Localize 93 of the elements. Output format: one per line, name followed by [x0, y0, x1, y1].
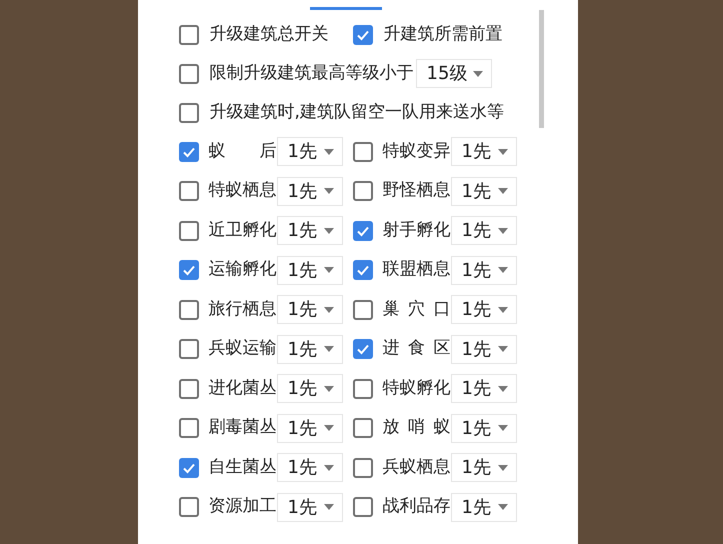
building-label: 旅行栖息	[208, 298, 276, 321]
caret-icon	[498, 346, 508, 352]
dropdown[interactable]: 1先	[450, 295, 516, 324]
building-label: 野怪栖息	[382, 179, 450, 202]
building-label: 放 哨 蚁	[382, 416, 450, 440]
caret-icon	[498, 425, 508, 431]
checkbox[interactable]	[352, 418, 372, 438]
checkbox[interactable]	[352, 458, 372, 478]
caret-icon	[498, 267, 508, 273]
caret-icon	[498, 148, 508, 154]
checkbox[interactable]	[352, 181, 372, 201]
caret-icon	[324, 425, 334, 431]
dropdown[interactable]: 1先	[276, 334, 342, 364]
checkbox[interactable]	[178, 102, 198, 122]
checkbox[interactable]	[178, 260, 198, 280]
dropdown[interactable]: 1先	[276, 453, 342, 482]
dropdown[interactable]: 1先	[450, 256, 516, 284]
dropdown[interactable]: 1先	[276, 492, 342, 522]
checkbox[interactable]	[352, 497, 372, 517]
dropdown[interactable]: 1先	[450, 176, 516, 206]
building-label: 特蚁变异	[382, 140, 450, 163]
checkbox[interactable]	[352, 378, 372, 398]
checkbox[interactable]	[178, 300, 198, 320]
checkbox[interactable]	[178, 458, 198, 478]
building-label: 射手孵化	[382, 218, 450, 242]
checkbox[interactable]	[178, 142, 198, 162]
dropdown[interactable]: 1先	[450, 137, 516, 166]
caret-icon	[324, 188, 334, 194]
building-label: 进 食 区	[382, 337, 450, 360]
option-label: 升建筑所需前置	[384, 22, 502, 46]
dropdown[interactable]: 1先	[450, 334, 516, 364]
dropdown[interactable]: 1先	[276, 374, 342, 403]
dropdown[interactable]: 1先	[276, 414, 342, 442]
caret-icon	[498, 228, 508, 234]
building-label: 特蚁栖息	[208, 179, 276, 202]
option-label: 升级建筑时,建筑队留空一队用来送水等	[210, 100, 504, 124]
checkbox[interactable]	[352, 142, 372, 162]
dropdown[interactable]: 15级	[416, 59, 492, 88]
caret-icon	[324, 504, 334, 510]
building-label: 巢 穴 口	[382, 298, 450, 321]
checkmark-icon	[356, 263, 370, 277]
checkbox[interactable]	[178, 220, 198, 240]
checkbox[interactable]	[178, 181, 198, 201]
dropdown[interactable]: 1先	[276, 216, 342, 245]
caret-icon	[324, 148, 334, 154]
dropdown[interactable]: 1先	[450, 492, 516, 522]
caret-icon	[498, 306, 508, 312]
checkmark-icon	[356, 342, 370, 356]
caret-icon	[324, 228, 334, 234]
building-label: 剧毒菌丛	[208, 416, 276, 440]
caret-icon	[498, 386, 508, 392]
checkbox[interactable]	[352, 220, 372, 240]
building-label: 蚁 后	[208, 140, 276, 163]
dropdown[interactable]: 1先	[276, 256, 342, 284]
building-label: 特蚁孵化	[382, 376, 450, 400]
checkbox[interactable]	[352, 339, 372, 359]
caret-icon	[472, 70, 482, 76]
building-label: 战利品存	[382, 495, 450, 518]
building-label: 自生菌丛	[208, 456, 276, 479]
caret-icon	[498, 504, 508, 510]
dropdown[interactable]: 1先	[276, 137, 342, 166]
caret-icon	[498, 464, 508, 470]
building-label: 兵蚁栖息	[382, 456, 450, 479]
dropdown[interactable]: 1先	[450, 216, 516, 245]
dropdown[interactable]: 1先	[450, 453, 516, 482]
caret-icon	[324, 346, 334, 352]
option-label: 限制升级建筑最高等级小于	[210, 62, 414, 85]
building-label: 资源加工	[208, 495, 276, 518]
checkmark-icon	[182, 263, 196, 277]
checkbox[interactable]	[178, 24, 198, 44]
dropdown[interactable]: 1先	[276, 295, 342, 324]
checkbox[interactable]	[352, 300, 372, 320]
caret-icon	[324, 267, 334, 273]
checkbox[interactable]	[178, 378, 198, 398]
caret-icon	[498, 188, 508, 194]
building-label: 联盟栖息	[382, 258, 450, 282]
caret-icon	[324, 306, 334, 312]
checkbox[interactable]	[352, 260, 372, 280]
building-label: 近卫孵化	[208, 218, 276, 242]
caret-icon	[324, 464, 334, 470]
checkbox[interactable]	[178, 418, 198, 438]
dropdown[interactable]: 1先	[276, 176, 342, 206]
building-label: 运输孵化	[208, 258, 276, 282]
caret-icon	[324, 386, 334, 392]
building-label: 兵蚁运输	[208, 337, 276, 360]
dropdown[interactable]: 1先	[450, 374, 516, 403]
building-label: 进化菌丛	[208, 376, 276, 400]
checkbox[interactable]	[352, 24, 372, 44]
option-label: 升级建筑总开关	[210, 22, 328, 46]
checkbox[interactable]	[178, 339, 198, 359]
checkbox[interactable]	[178, 64, 198, 84]
checkbox[interactable]	[178, 497, 198, 517]
dropdown[interactable]: 1先	[450, 414, 516, 442]
